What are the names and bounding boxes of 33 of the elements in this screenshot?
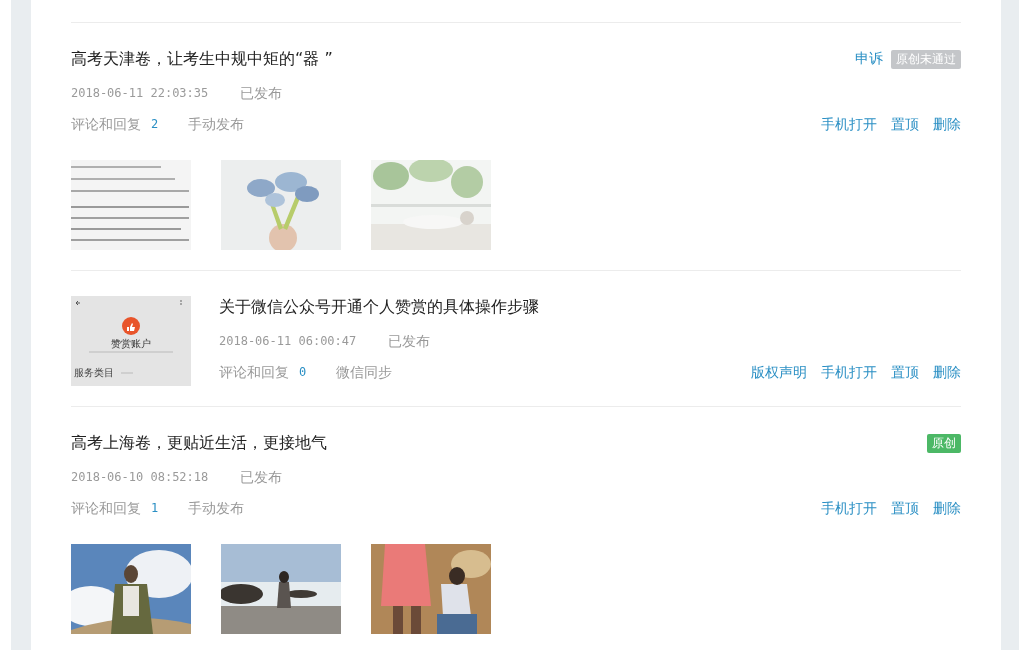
comment-count[interactable]: 0 [299,362,307,382]
thumbs-up-icon [122,317,140,335]
article-title[interactable]: 关于微信公众号开通个人赞赏的具体操作步骤 [219,296,539,318]
publish-status: 已发布 [240,84,283,103]
comments-label: 评论和回复 [219,363,289,382]
article-title[interactable]: 高考上海卷，更贴近生活，更接地气 [71,432,327,454]
article-title[interactable]: 高考天津卷，让考生中规中矩的“器 ” [71,48,333,70]
action-link[interactable]: 手机打开 [821,498,877,518]
publish-status: 已发布 [388,332,431,351]
action-link[interactable]: 置顶 [891,114,919,134]
action-link[interactable]: 删除 [933,114,961,134]
publish-source: 手动发布 [188,115,245,134]
action-link[interactable]: 删除 [933,498,961,518]
status-tag: 原创 [927,433,961,453]
action-link[interactable]: 手机打开 [821,362,877,382]
action-link[interactable]: 版权声明 [751,362,807,382]
action-link[interactable]: 手机打开 [821,114,877,134]
comment-count[interactable]: 1 [151,498,159,518]
publish-status: 已发布 [240,468,283,487]
account-heading: 赞赏账户 [111,338,151,349]
action-link[interactable]: 删除 [933,362,961,382]
publish-date: 2018-06-11 22:03:35 [71,85,209,102]
comments-label: 评论和回复 [71,115,141,134]
publish-source: 手动发布 [188,499,245,518]
appeal-link[interactable]: 申诉 [855,50,883,68]
comment-count[interactable]: 2 [151,114,159,134]
publish-date: 2018-06-11 06:00:47 [219,333,357,350]
action-link[interactable]: 置顶 [891,498,919,518]
publish-date: 2018-06-10 08:52:18 [71,469,209,486]
action-link[interactable]: 置顶 [891,362,919,382]
comments-label: 评论和回复 [71,499,141,518]
publish-source: 微信同步 [336,363,393,382]
category-label: 服务类目 [74,367,114,378]
